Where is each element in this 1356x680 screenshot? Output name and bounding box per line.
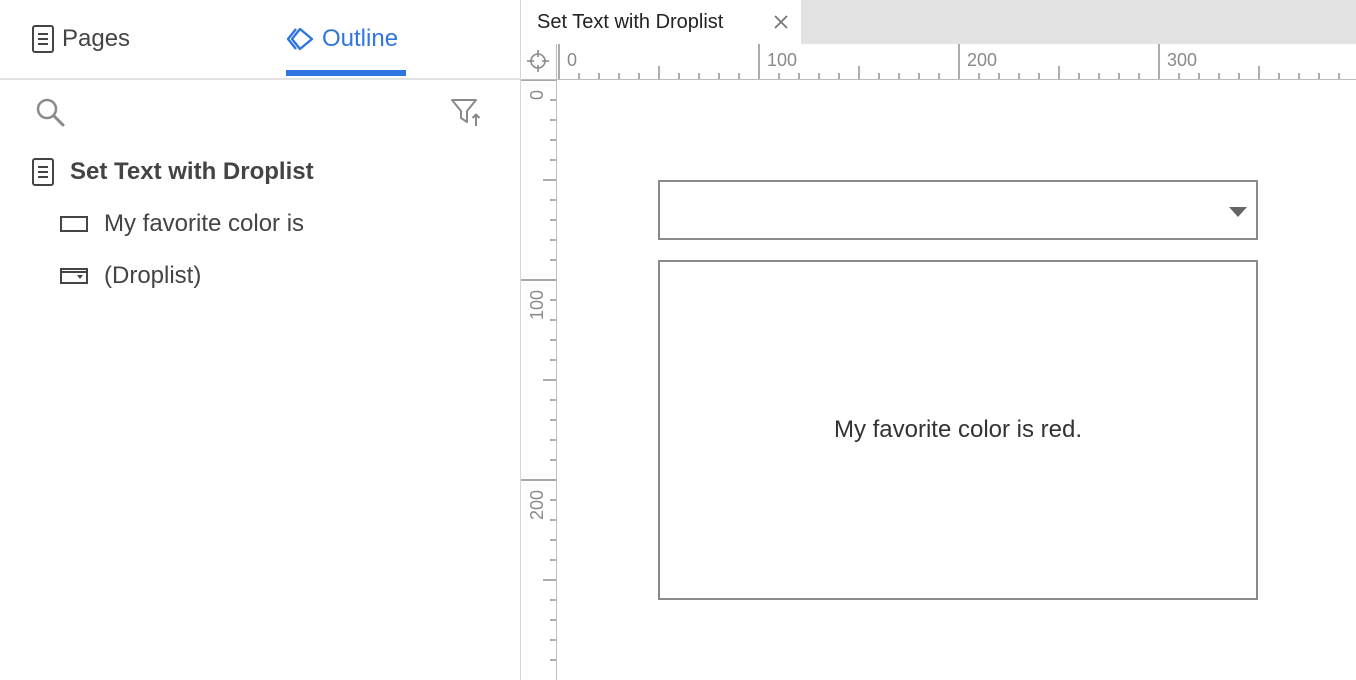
outline-item-droplist[interactable]: (Droplist)	[60, 254, 201, 298]
text-label-content: My favorite color is red.	[833, 416, 1083, 443]
droplist-widget-icon	[60, 268, 88, 284]
outline-item-label: (Droplist)	[104, 262, 202, 289]
ruler-label: 200	[527, 490, 547, 520]
close-icon[interactable]	[771, 12, 791, 32]
document-tab-bar: Set Text with Droplist	[521, 0, 1356, 44]
active-tab-indicator	[286, 70, 406, 76]
vertical-ruler-scale: 0 100 200	[521, 80, 556, 661]
page-icon	[32, 25, 54, 53]
chevron-down-icon	[1229, 207, 1247, 217]
search-row	[0, 90, 520, 134]
crosshair-icon	[527, 50, 549, 72]
tab-pages-label: Pages	[62, 25, 131, 52]
outline-page-item[interactable]: Set Text with Droplist	[32, 150, 314, 194]
tab-pages[interactable]: Pages	[32, 0, 130, 78]
filter-sort-icon[interactable]	[450, 96, 482, 128]
ruler-label: 0	[527, 90, 547, 100]
outline-item-label-widget[interactable]: My favorite color is	[60, 202, 304, 246]
horizontal-ruler: 0 100 200 300	[557, 44, 1356, 80]
tab-outline-label: Outline	[322, 25, 399, 52]
ruler-label: 100	[527, 290, 547, 320]
ruler-label: 200	[967, 50, 997, 70]
outline-panel: Pages Outline Set Text with Droplist My …	[0, 0, 521, 680]
ruler-origin[interactable]	[521, 44, 557, 80]
document-tab-title: Set Text with Droplist	[537, 10, 724, 33]
document-tab[interactable]: Set Text with Droplist	[521, 0, 801, 44]
outline-item-label: My favorite color is	[104, 210, 305, 237]
search-icon[interactable]	[34, 96, 66, 128]
ruler-label: 100	[767, 50, 797, 70]
rectangle-widget-icon	[60, 216, 88, 232]
page-icon	[32, 158, 54, 186]
vertical-ruler: 0 100 200	[521, 80, 557, 680]
tab-outline[interactable]: Outline	[286, 0, 398, 78]
droplist-widget[interactable]	[658, 180, 1258, 240]
horizontal-ruler-scale: 0 100 200 300	[558, 44, 1340, 79]
text-label-widget[interactable]: My favorite color is red.	[658, 260, 1258, 600]
ruler-label: 300	[1167, 50, 1197, 70]
outline-icon	[286, 27, 314, 51]
outline-page-label: Set Text with Droplist	[70, 158, 314, 185]
design-canvas[interactable]: My favorite color is red.	[558, 81, 1356, 680]
ruler-label: 0	[567, 50, 577, 70]
panel-tabs: Pages Outline	[0, 0, 520, 80]
